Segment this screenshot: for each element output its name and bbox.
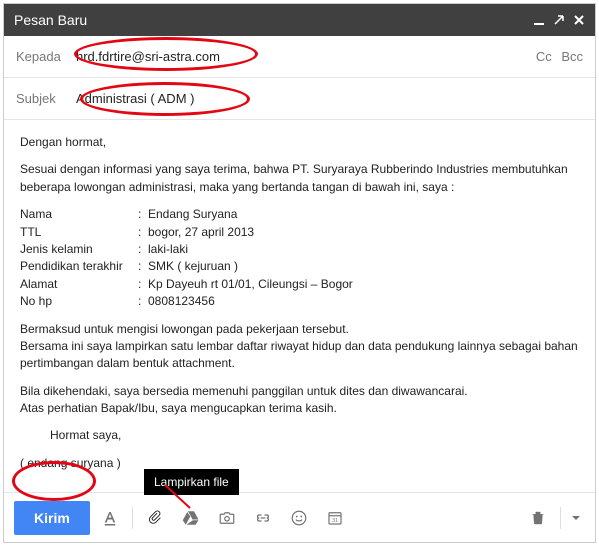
info-table: Nama:Endang Suryana TTL:bogor, 27 april … bbox=[20, 206, 353, 310]
popout-icon[interactable] bbox=[553, 14, 565, 26]
svg-text:31: 31 bbox=[332, 518, 338, 524]
message-body[interactable]: Dengan hormat, Sesuai dengan informasi y… bbox=[4, 120, 595, 492]
subject-value[interactable]: Administrasi ( ADM ) bbox=[76, 91, 194, 106]
body-paragraph: Bermaksud untuk mengisi lowongan pada pe… bbox=[20, 321, 579, 373]
intro: Sesuai dengan informasi yang saya terima… bbox=[20, 161, 579, 196]
table-row: Alamat:Kp Dayeuh rt 01/01, Cileungsi – B… bbox=[20, 276, 353, 293]
attach-tooltip: Lampirkan file bbox=[144, 469, 239, 495]
separator bbox=[132, 507, 133, 529]
to-label: Kepada bbox=[16, 49, 76, 64]
subject-row[interactable]: Subjek Administrasi ( ADM ) bbox=[4, 78, 595, 120]
subject-label: Subjek bbox=[16, 91, 76, 106]
body-paragraph: Bila dikehendaki, saya bersedia memenuhi… bbox=[20, 383, 579, 418]
table-row: Nama:Endang Suryana bbox=[20, 206, 353, 223]
bcc-link[interactable]: Bcc bbox=[561, 49, 583, 64]
compose-window: Pesan Baru Kepada hrd.fdrtire@sri-astra.… bbox=[3, 3, 596, 543]
window-title: Pesan Baru bbox=[14, 12, 87, 28]
send-button[interactable]: Kirim bbox=[14, 501, 90, 535]
signature: ( endang suryana ) bbox=[20, 455, 579, 472]
to-value[interactable]: hrd.fdrtire@sri-astra.com bbox=[76, 49, 220, 64]
closing: Hormat saya, bbox=[20, 427, 579, 444]
minimize-icon[interactable] bbox=[533, 14, 545, 26]
close-icon[interactable] bbox=[573, 14, 585, 26]
titlebar-actions bbox=[533, 14, 585, 26]
table-row: Pendidikan terakhir:SMK ( kejuruan ) bbox=[20, 258, 353, 275]
separator bbox=[560, 507, 561, 529]
table-row: TTL:bogor, 27 april 2013 bbox=[20, 224, 353, 241]
to-row[interactable]: Kepada hrd.fdrtire@sri-astra.com Cc Bcc bbox=[4, 36, 595, 78]
table-row: Jenis kelamin:laki-laki bbox=[20, 241, 353, 258]
compose-toolbar: Lampirkan file Kirim 31 bbox=[4, 492, 595, 542]
cc-bcc: Cc Bcc bbox=[530, 49, 583, 64]
cc-link[interactable]: Cc bbox=[536, 49, 552, 64]
greeting: Dengan hormat, bbox=[20, 134, 579, 151]
titlebar: Pesan Baru bbox=[4, 4, 595, 36]
table-row: No hp:0808123456 bbox=[20, 293, 353, 310]
